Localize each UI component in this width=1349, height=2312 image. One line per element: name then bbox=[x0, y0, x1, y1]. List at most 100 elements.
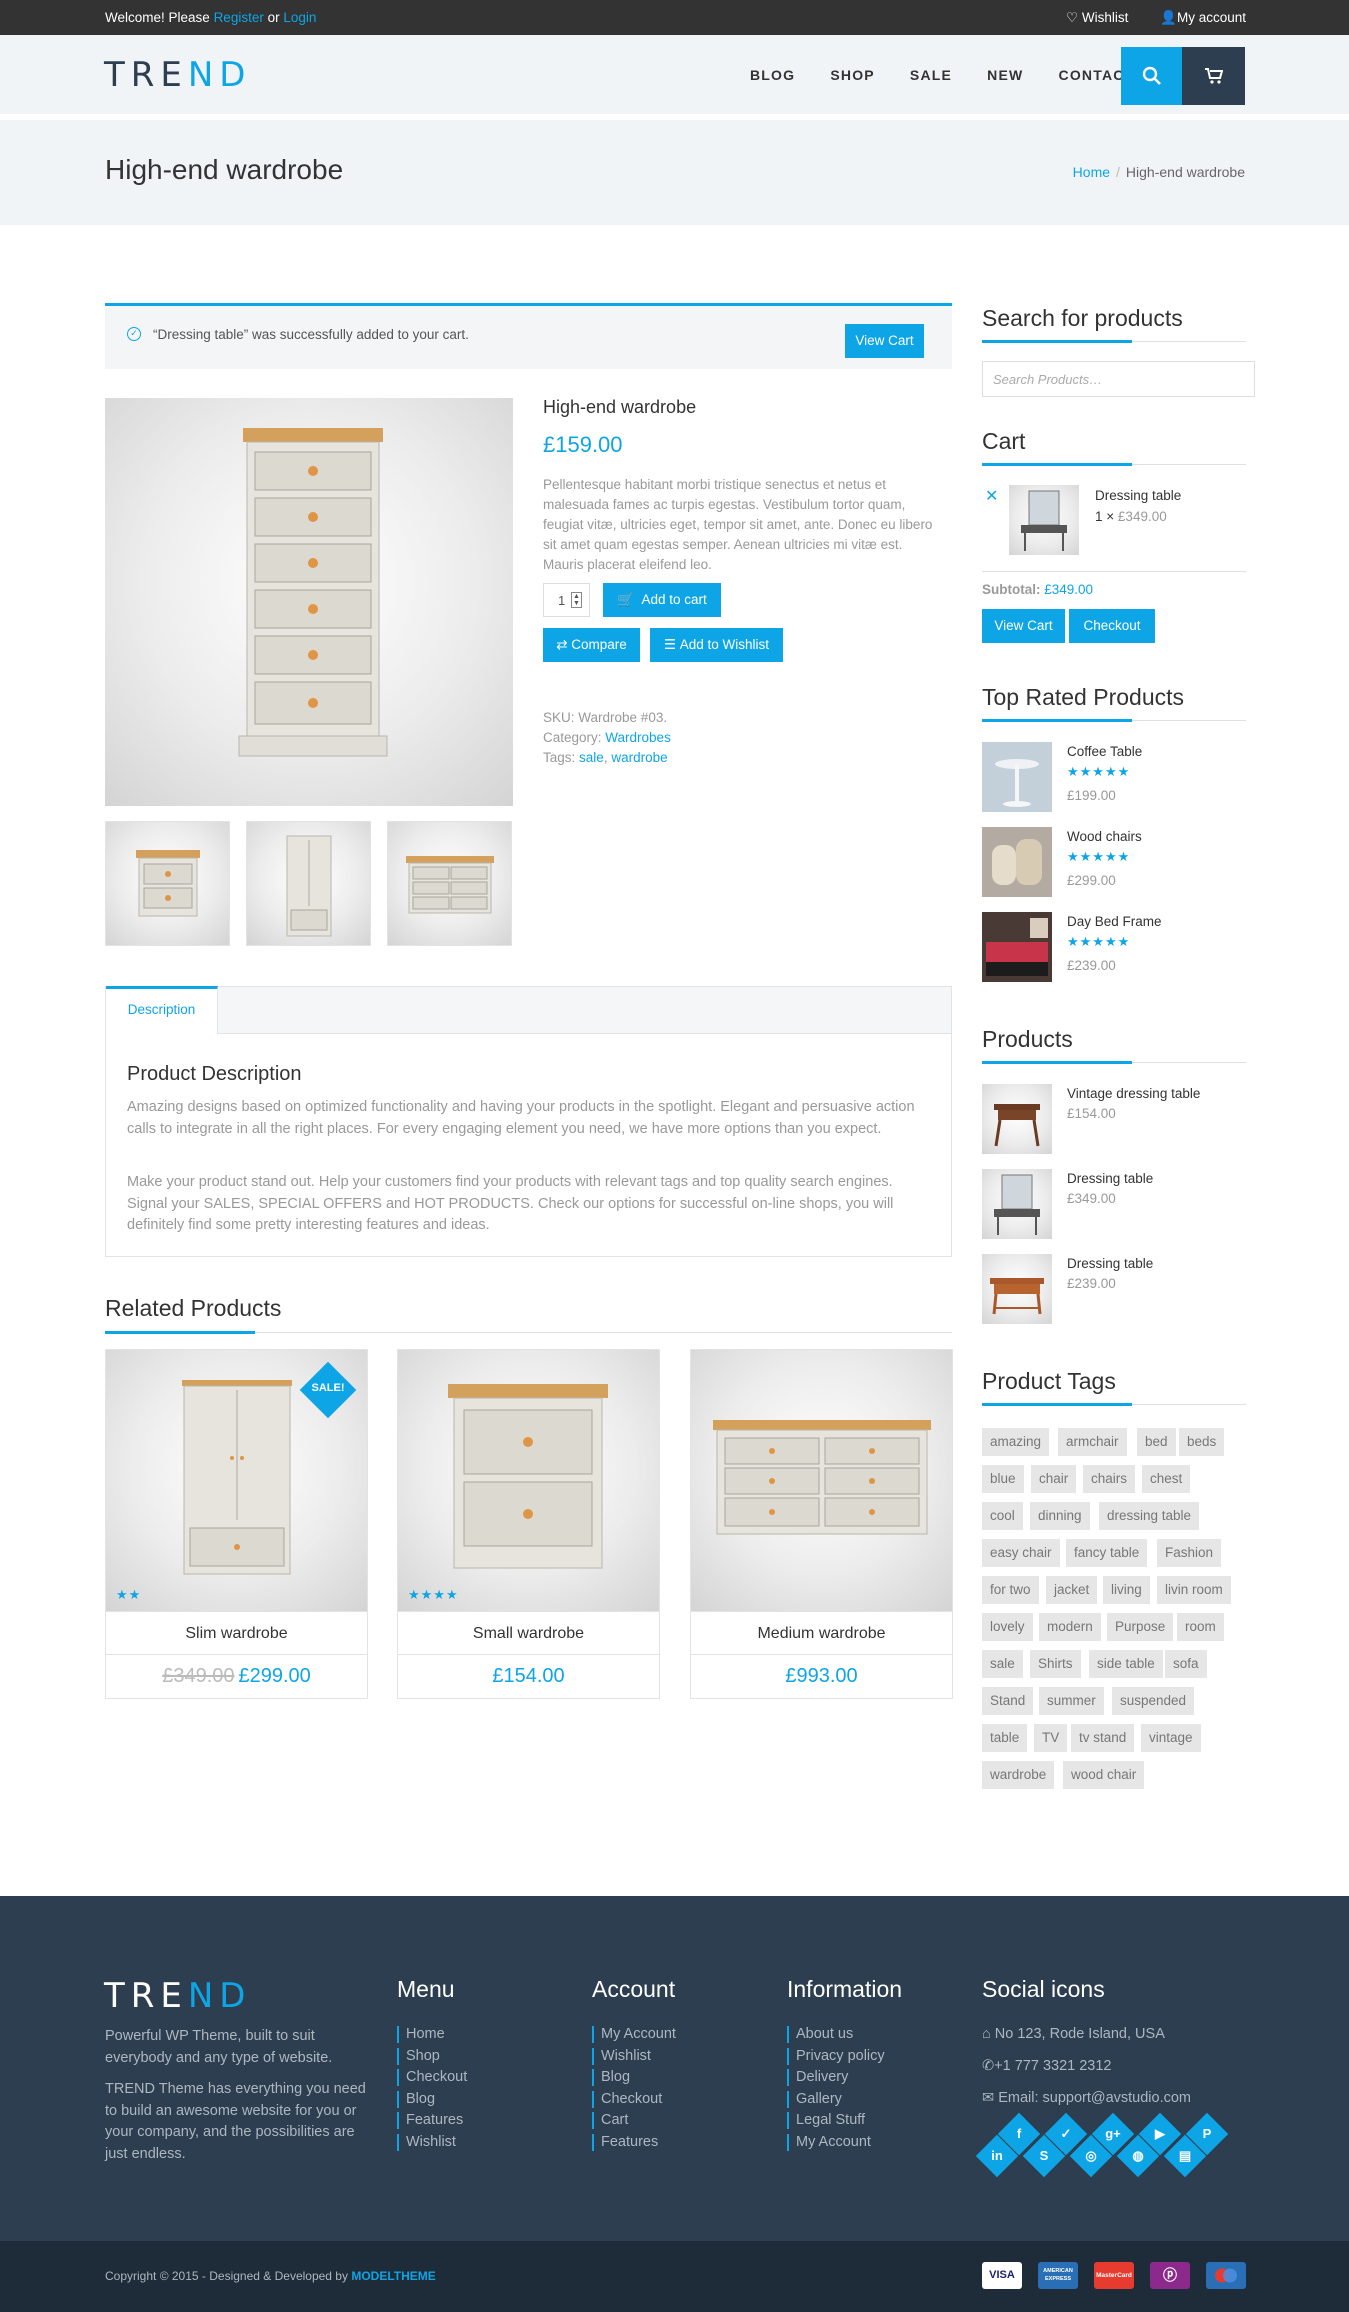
wishlist-link[interactable]: ♡ Wishlist bbox=[1052, 10, 1128, 25]
footer-link-about[interactable]: About us bbox=[787, 2026, 885, 2043]
related-product-name[interactable]: Medium wardrobe bbox=[691, 1611, 952, 1655]
footer-link-legal[interactable]: Legal Stuff bbox=[787, 2112, 885, 2129]
product-tag[interactable]: cool bbox=[982, 1502, 1023, 1530]
top-rated-name[interactable]: Day Bed Frame bbox=[1067, 914, 1162, 929]
product-tag[interactable]: chairs bbox=[1083, 1465, 1136, 1493]
product-tag[interactable]: lovely bbox=[982, 1613, 1033, 1641]
widget-checkout-button[interactable]: Checkout bbox=[1069, 609, 1155, 643]
related-product-image[interactable]: SALE! ★★ bbox=[106, 1350, 367, 1611]
products-widget-name[interactable]: Dressing table bbox=[1067, 1256, 1153, 1271]
product-tag[interactable]: room bbox=[1177, 1613, 1224, 1641]
email-text[interactable]: Email: support@avstudio.com bbox=[998, 2090, 1191, 2106]
product-tag[interactable]: Purpose bbox=[1107, 1613, 1174, 1641]
widget-view-cart-button[interactable]: View Cart bbox=[982, 609, 1065, 643]
footer-link-delivery[interactable]: Delivery bbox=[787, 2069, 885, 2086]
footer-link-privacy[interactable]: Privacy policy bbox=[787, 2047, 885, 2065]
product-tag[interactable]: jacket bbox=[1046, 1576, 1098, 1604]
product-thumbnail-2[interactable] bbox=[246, 821, 371, 946]
product-tag[interactable]: tv stand bbox=[1071, 1724, 1135, 1752]
stepper-arrows-icon[interactable]: ▲ ▼ bbox=[571, 592, 582, 608]
top-rated-thumbnail[interactable] bbox=[982, 827, 1052, 897]
instagram-icon[interactable]: ◎ bbox=[1076, 2141, 1106, 2171]
related-product-image[interactable]: ★★★★ bbox=[398, 1350, 659, 1611]
footer-link-gallery[interactable]: Gallery bbox=[787, 2090, 885, 2108]
login-link[interactable]: Login bbox=[283, 10, 316, 25]
nav-blog[interactable]: BLOG bbox=[750, 67, 795, 83]
cart-item-name[interactable]: Dressing table bbox=[1095, 488, 1181, 503]
product-tag[interactable]: suspended bbox=[1112, 1687, 1195, 1715]
nav-shop[interactable]: SHOP bbox=[830, 67, 874, 83]
footer-logo[interactable]: TREND bbox=[104, 1976, 252, 2016]
product-tag[interactable]: modern bbox=[1039, 1613, 1101, 1641]
related-product-card[interactable]: Medium wardrobe £993.00 bbox=[690, 1349, 953, 1699]
top-rated-name[interactable]: Wood chairs bbox=[1067, 829, 1142, 844]
register-link[interactable]: Register bbox=[214, 10, 264, 25]
product-tag[interactable]: dressing table bbox=[1099, 1502, 1200, 1530]
related-product-name[interactable]: Slim wardrobe bbox=[106, 1611, 367, 1655]
top-rated-thumbnail[interactable] bbox=[982, 912, 1052, 982]
product-tag[interactable]: livin room bbox=[1157, 1576, 1231, 1604]
notice-view-cart-button[interactable]: View Cart bbox=[845, 324, 924, 358]
footer-link-home[interactable]: Home bbox=[397, 2026, 467, 2043]
header-search-button[interactable] bbox=[1121, 47, 1182, 105]
footer-link-shop[interactable]: Shop bbox=[397, 2047, 467, 2065]
product-tag[interactable]: blue bbox=[982, 1465, 1024, 1493]
tag-link-sale[interactable]: sale bbox=[579, 750, 604, 765]
dribbble-icon[interactable]: ◍ bbox=[1123, 2141, 1153, 2171]
footer-link-blog[interactable]: Blog bbox=[592, 2069, 676, 2086]
products-widget-thumbnail[interactable] bbox=[982, 1169, 1052, 1239]
footer-link-wishlist[interactable]: Wishlist bbox=[397, 2133, 467, 2151]
category-link[interactable]: Wardrobes bbox=[605, 730, 671, 745]
top-rated-thumbnail[interactable] bbox=[982, 742, 1052, 812]
add-to-wishlist-button[interactable]: ☰ Add to Wishlist bbox=[650, 628, 783, 662]
product-tag[interactable]: easy chair bbox=[982, 1539, 1060, 1567]
product-search-input[interactable]: Search Products… bbox=[982, 361, 1255, 397]
product-tag[interactable]: bed bbox=[1137, 1428, 1176, 1456]
footer-link-checkout[interactable]: Checkout bbox=[592, 2090, 676, 2108]
product-thumbnail-1[interactable] bbox=[105, 821, 230, 946]
footer-link-features[interactable]: Features bbox=[592, 2133, 676, 2151]
tab-description[interactable]: Description bbox=[106, 986, 218, 1034]
product-tag[interactable]: armchair bbox=[1058, 1428, 1127, 1456]
product-tag[interactable]: for two bbox=[982, 1576, 1039, 1604]
related-product-image[interactable] bbox=[691, 1350, 952, 1611]
related-product-name[interactable]: Small wardrobe bbox=[398, 1611, 659, 1655]
my-account-link[interactable]: 👤My account bbox=[1146, 10, 1246, 25]
product-tag[interactable]: vintage bbox=[1141, 1724, 1201, 1752]
tag-link-wardrobe[interactable]: wardrobe bbox=[611, 750, 667, 765]
product-tag[interactable]: Fashion bbox=[1157, 1539, 1222, 1567]
skype-icon[interactable]: S bbox=[1029, 2141, 1059, 2171]
product-tag[interactable]: side table bbox=[1089, 1650, 1163, 1678]
footer-link-cart[interactable]: Cart bbox=[592, 2112, 676, 2129]
products-widget-name[interactable]: Dressing table bbox=[1067, 1171, 1153, 1186]
nav-sale[interactable]: SALE bbox=[910, 67, 952, 83]
nav-new[interactable]: NEW bbox=[987, 67, 1023, 83]
footer-link-wishlist[interactable]: Wishlist bbox=[592, 2047, 676, 2065]
breadcrumb-home[interactable]: Home bbox=[1073, 164, 1110, 180]
header-cart-button[interactable] bbox=[1182, 47, 1245, 105]
product-tag[interactable]: chair bbox=[1031, 1465, 1077, 1493]
product-tag[interactable]: sofa bbox=[1165, 1650, 1207, 1678]
footer-link-my-account[interactable]: My Account bbox=[592, 2026, 676, 2043]
related-product-card[interactable]: ★★★★ Small wardrobe £154.00 bbox=[397, 1349, 660, 1699]
products-widget-thumbnail[interactable] bbox=[982, 1084, 1052, 1154]
add-to-cart-button[interactable]: 🛒 Add to cart bbox=[603, 583, 721, 617]
product-main-image[interactable] bbox=[105, 398, 513, 806]
compare-button[interactable]: ⇄ Compare bbox=[543, 628, 640, 662]
product-tag[interactable]: dinning bbox=[1030, 1502, 1090, 1530]
footer-link-checkout[interactable]: Checkout bbox=[397, 2069, 467, 2086]
product-tag[interactable]: Shirts bbox=[1030, 1650, 1081, 1678]
top-rated-name[interactable]: Coffee Table bbox=[1067, 744, 1142, 759]
product-tag[interactable]: summer bbox=[1039, 1687, 1104, 1715]
product-tag[interactable]: Stand bbox=[982, 1687, 1034, 1715]
news-icon[interactable]: ▤ bbox=[1170, 2141, 1200, 2171]
product-tag[interactable]: TV bbox=[1034, 1724, 1068, 1752]
related-product-card[interactable]: SALE! ★★ Slim wardrobe £349.00 £299.00 bbox=[105, 1349, 368, 1699]
product-tag[interactable]: chest bbox=[1142, 1465, 1191, 1493]
remove-item-icon[interactable]: ✕ bbox=[985, 486, 998, 506]
products-widget-thumbnail[interactable] bbox=[982, 1254, 1052, 1324]
product-tag[interactable]: amazing bbox=[982, 1428, 1050, 1456]
site-logo[interactable]: TREND bbox=[104, 55, 252, 95]
developer-link[interactable]: MODELTHEME bbox=[351, 2269, 435, 2283]
footer-link-blog[interactable]: Blog bbox=[397, 2090, 467, 2108]
